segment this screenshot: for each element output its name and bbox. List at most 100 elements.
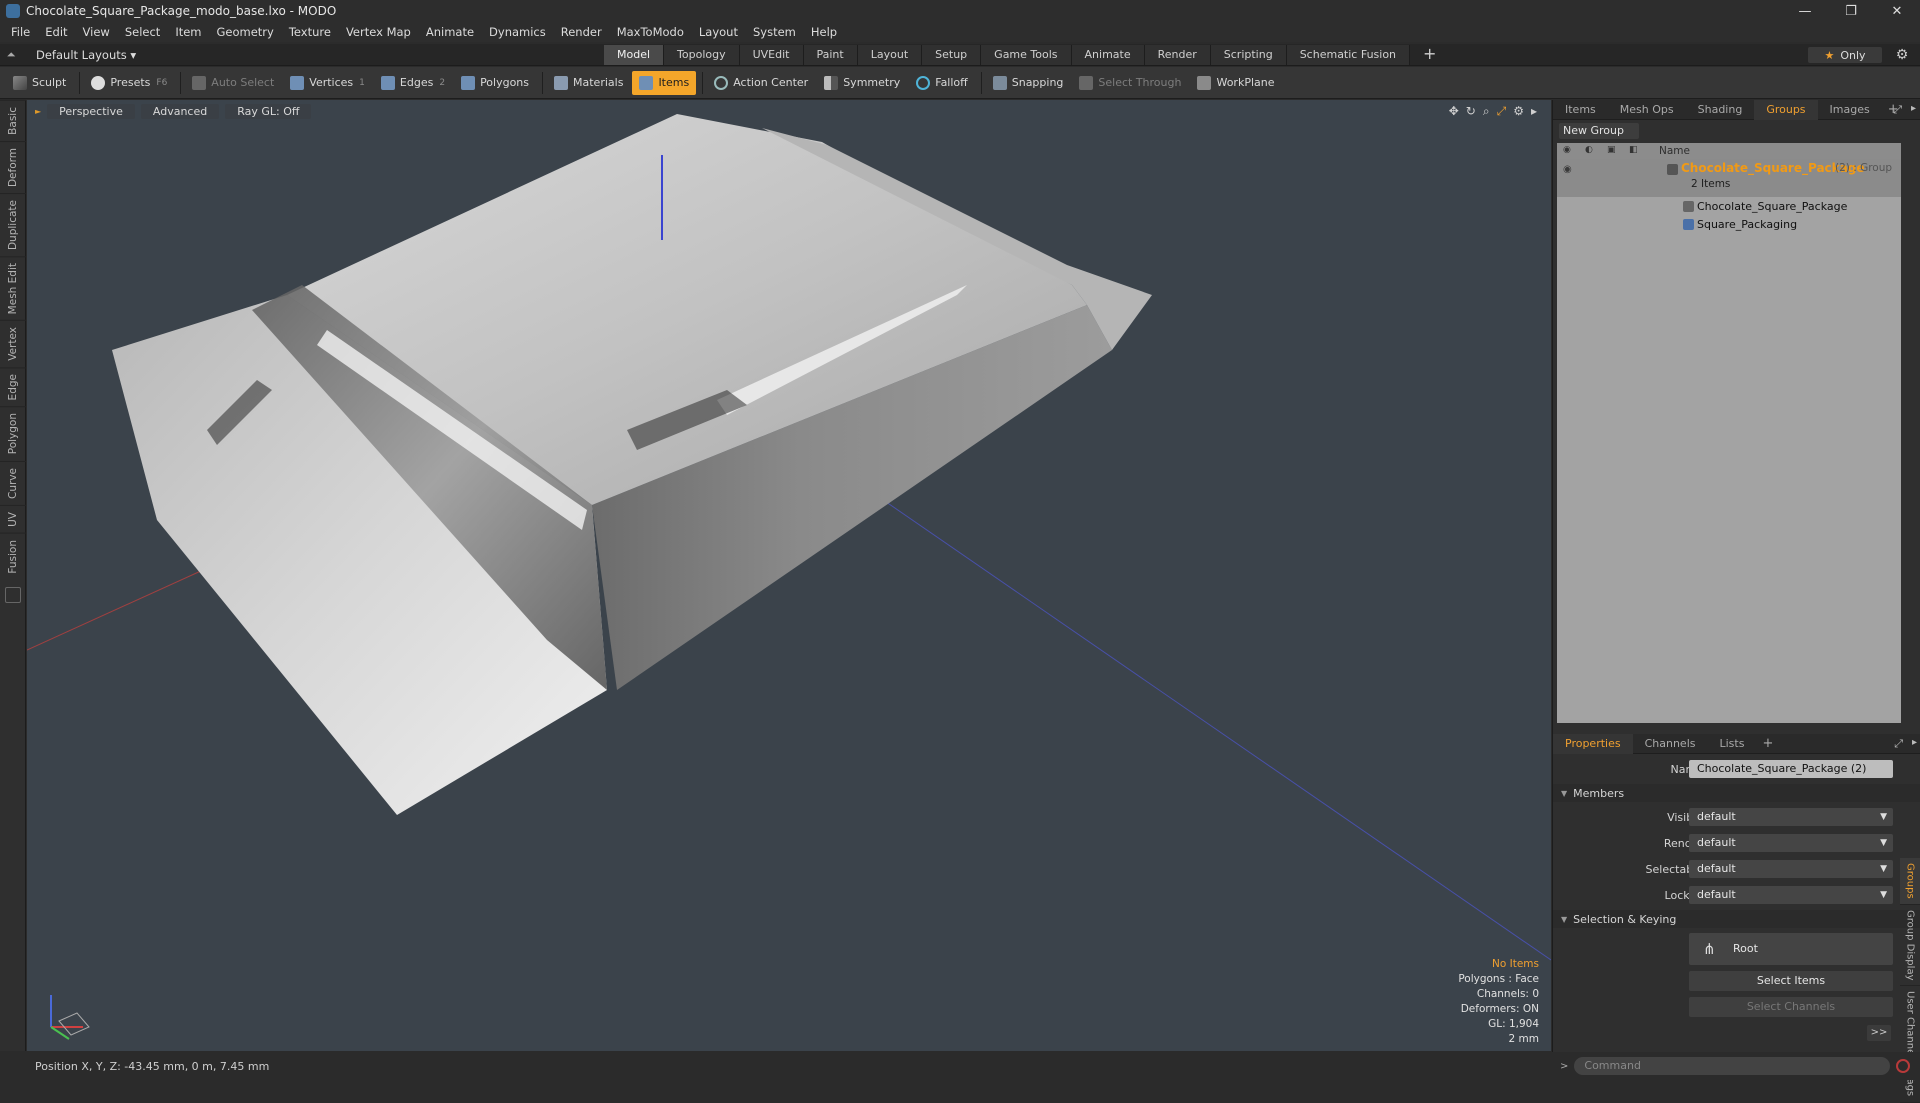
tab-model[interactable]: Model [604, 45, 665, 65]
left-tab-curve[interactable]: Curve [0, 460, 26, 505]
close-button[interactable]: ✕ [1874, 0, 1920, 22]
render-icon[interactable]: ◐ [1585, 145, 1597, 157]
advanced-dropdown[interactable]: Advanced [140, 103, 220, 119]
name-field[interactable]: Chocolate_Square_Package (2) [1689, 760, 1893, 778]
tab-lists[interactable]: Lists [1708, 734, 1757, 754]
tab-layout[interactable]: Layout [857, 45, 923, 65]
tab-setup[interactable]: Setup [922, 45, 982, 65]
menu-render[interactable]: Render [561, 25, 602, 39]
render-dropdown[interactable]: default ▼ [1689, 834, 1893, 852]
root-button[interactable]: ⋔ Root [1689, 933, 1893, 965]
minimize-button[interactable]: — [1782, 0, 1828, 22]
menu-file[interactable]: File [11, 25, 30, 39]
menu-view[interactable]: View [83, 25, 110, 39]
tab-topology[interactable]: Topology [664, 45, 740, 65]
visible-dropdown[interactable]: default ▼ [1689, 808, 1893, 826]
snapping-button[interactable]: Snapping [986, 71, 1071, 95]
gear-icon[interactable]: ⚙ [1894, 47, 1910, 63]
new-group-button[interactable]: New Group [1559, 123, 1639, 139]
more-button[interactable]: >> [1867, 1025, 1891, 1041]
tab-schematic-fusion[interactable]: Schematic Fusion [1286, 45, 1411, 65]
left-tab-duplicate[interactable]: Duplicate [0, 192, 26, 256]
viewport-more-icon[interactable]: ▸ [1531, 104, 1537, 119]
tab-render[interactable]: Render [1144, 45, 1211, 65]
eye-icon[interactable]: ◉ [1563, 145, 1575, 157]
left-tab-fusion[interactable]: Fusion [0, 532, 26, 580]
selection-keying-section[interactable]: ▼ Selection & Keying [1553, 910, 1920, 928]
materials-button[interactable]: Materials [547, 71, 630, 95]
tab-mesh-ops[interactable]: Mesh Ops [1608, 100, 1686, 120]
zoom-icon[interactable]: ⌕ [1483, 104, 1490, 119]
side-tab-group-display[interactable]: Group Display [1900, 905, 1920, 987]
expand-panel-icon[interactable]: ⤢ [1894, 737, 1903, 751]
menu-edit[interactable]: Edit [45, 25, 67, 39]
add-panel-tab-icon[interactable]: + [1756, 736, 1779, 751]
viewport-settings-icon[interactable]: ⚙ [1513, 104, 1524, 119]
expand-panel-icon[interactable]: ⤢ [1893, 103, 1902, 117]
polygons-button[interactable]: Polygons [454, 71, 536, 95]
menu-layout[interactable]: Layout [699, 25, 738, 39]
default-layouts-dropdown[interactable]: Default Layouts ▾ [36, 48, 136, 62]
selectable-dropdown[interactable]: default ▼ [1689, 860, 1893, 878]
tab-images[interactable]: Images [1818, 100, 1882, 120]
rotate-icon[interactable]: ↻ [1466, 104, 1476, 119]
workplane-button[interactable]: WorkPlane [1190, 71, 1281, 95]
sculpt-button[interactable]: Sculpt [6, 71, 73, 95]
left-tab-deform[interactable]: Deform [0, 140, 26, 193]
members-section[interactable]: ▼ Members [1553, 784, 1920, 802]
menu-geometry[interactable]: Geometry [217, 25, 274, 39]
tab-groups[interactable]: Groups [1754, 99, 1818, 120]
pan-icon[interactable]: ✥ [1449, 104, 1459, 119]
menu-help[interactable]: Help [811, 25, 837, 39]
items-button[interactable]: Items [632, 70, 697, 95]
menu-vertex-map[interactable]: Vertex Map [346, 25, 411, 39]
select-through-button[interactable]: Select Through [1072, 71, 1188, 95]
tab-uvedit[interactable]: UVEdit [739, 45, 804, 65]
list-item[interactable]: Chocolate_Square_Package [1557, 197, 1901, 215]
menu-item[interactable]: Item [175, 25, 201, 39]
select-items-button[interactable]: Select Items [1689, 971, 1893, 991]
left-tab-vertex[interactable]: Vertex [0, 320, 26, 367]
tab-game-tools[interactable]: Game Tools [981, 45, 1072, 65]
select-channels-button[interactable]: Select Channels [1689, 997, 1893, 1017]
left-tab-polygon[interactable]: Polygon [0, 406, 26, 461]
panel-menu-icon[interactable]: ▸ [1912, 737, 1917, 748]
record-macro-icon[interactable] [1896, 1059, 1911, 1073]
tab-scripting[interactable]: Scripting [1210, 45, 1287, 65]
tab-shading[interactable]: Shading [1686, 100, 1755, 120]
left-tab-edge[interactable]: Edge [0, 366, 26, 407]
falloff-button[interactable]: Falloff [909, 71, 974, 95]
restore-button[interactable]: ❐ [1828, 0, 1874, 22]
lock-icon[interactable]: ▣ [1607, 145, 1619, 157]
group-row[interactable]: ◉ Chocolate_Square_Package (2) : Group 2… [1557, 159, 1901, 197]
perspective-dropdown[interactable]: Perspective [47, 103, 135, 119]
3d-viewport[interactable]: ► Perspective Advanced Ray GL: Off ✥ ↻ ⌕… [27, 100, 1551, 1051]
edges-button[interactable]: Edges 2 [374, 71, 452, 95]
left-tab-basic[interactable]: Basic [0, 100, 26, 141]
panel-menu-icon[interactable]: ▸ [1911, 103, 1916, 114]
tab-animate[interactable]: Animate [1071, 45, 1145, 65]
menu-animate[interactable]: Animate [426, 25, 474, 39]
menu-texture[interactable]: Texture [289, 25, 331, 39]
list-item[interactable]: Square_Packaging [1557, 215, 1901, 233]
menu-select[interactable]: Select [125, 25, 160, 39]
tab-channels[interactable]: Channels [1633, 734, 1708, 754]
fit-icon[interactable]: ⤢ [1497, 104, 1507, 119]
eye-icon[interactable]: ◉ [1563, 164, 1575, 175]
menu-system[interactable]: System [753, 25, 796, 39]
action-center-button[interactable]: Action Center [707, 71, 815, 95]
left-tab-mesh-edit[interactable]: Mesh Edit [0, 255, 26, 321]
left-tab-uv[interactable]: UV [0, 504, 26, 533]
collapse-icon[interactable]: ⏶ [0, 48, 22, 62]
raygl-dropdown[interactable]: Ray GL: Off [225, 103, 312, 119]
command-history-icon[interactable]: > [1560, 1061, 1568, 1072]
vertices-button[interactable]: Vertices 1 [283, 71, 372, 95]
side-tab-groups[interactable]: Groups [1900, 858, 1920, 905]
symmetry-button[interactable]: Symmetry [817, 71, 907, 95]
locked-dropdown[interactable]: default ▼ [1689, 886, 1893, 904]
command-input[interactable]: Command [1574, 1057, 1891, 1075]
auto-select-button[interactable]: Auto Select [185, 71, 281, 95]
tab-paint[interactable]: Paint [803, 45, 858, 65]
add-tab-button[interactable]: + [1410, 45, 1449, 65]
select-icon[interactable]: ◧ [1629, 145, 1641, 157]
